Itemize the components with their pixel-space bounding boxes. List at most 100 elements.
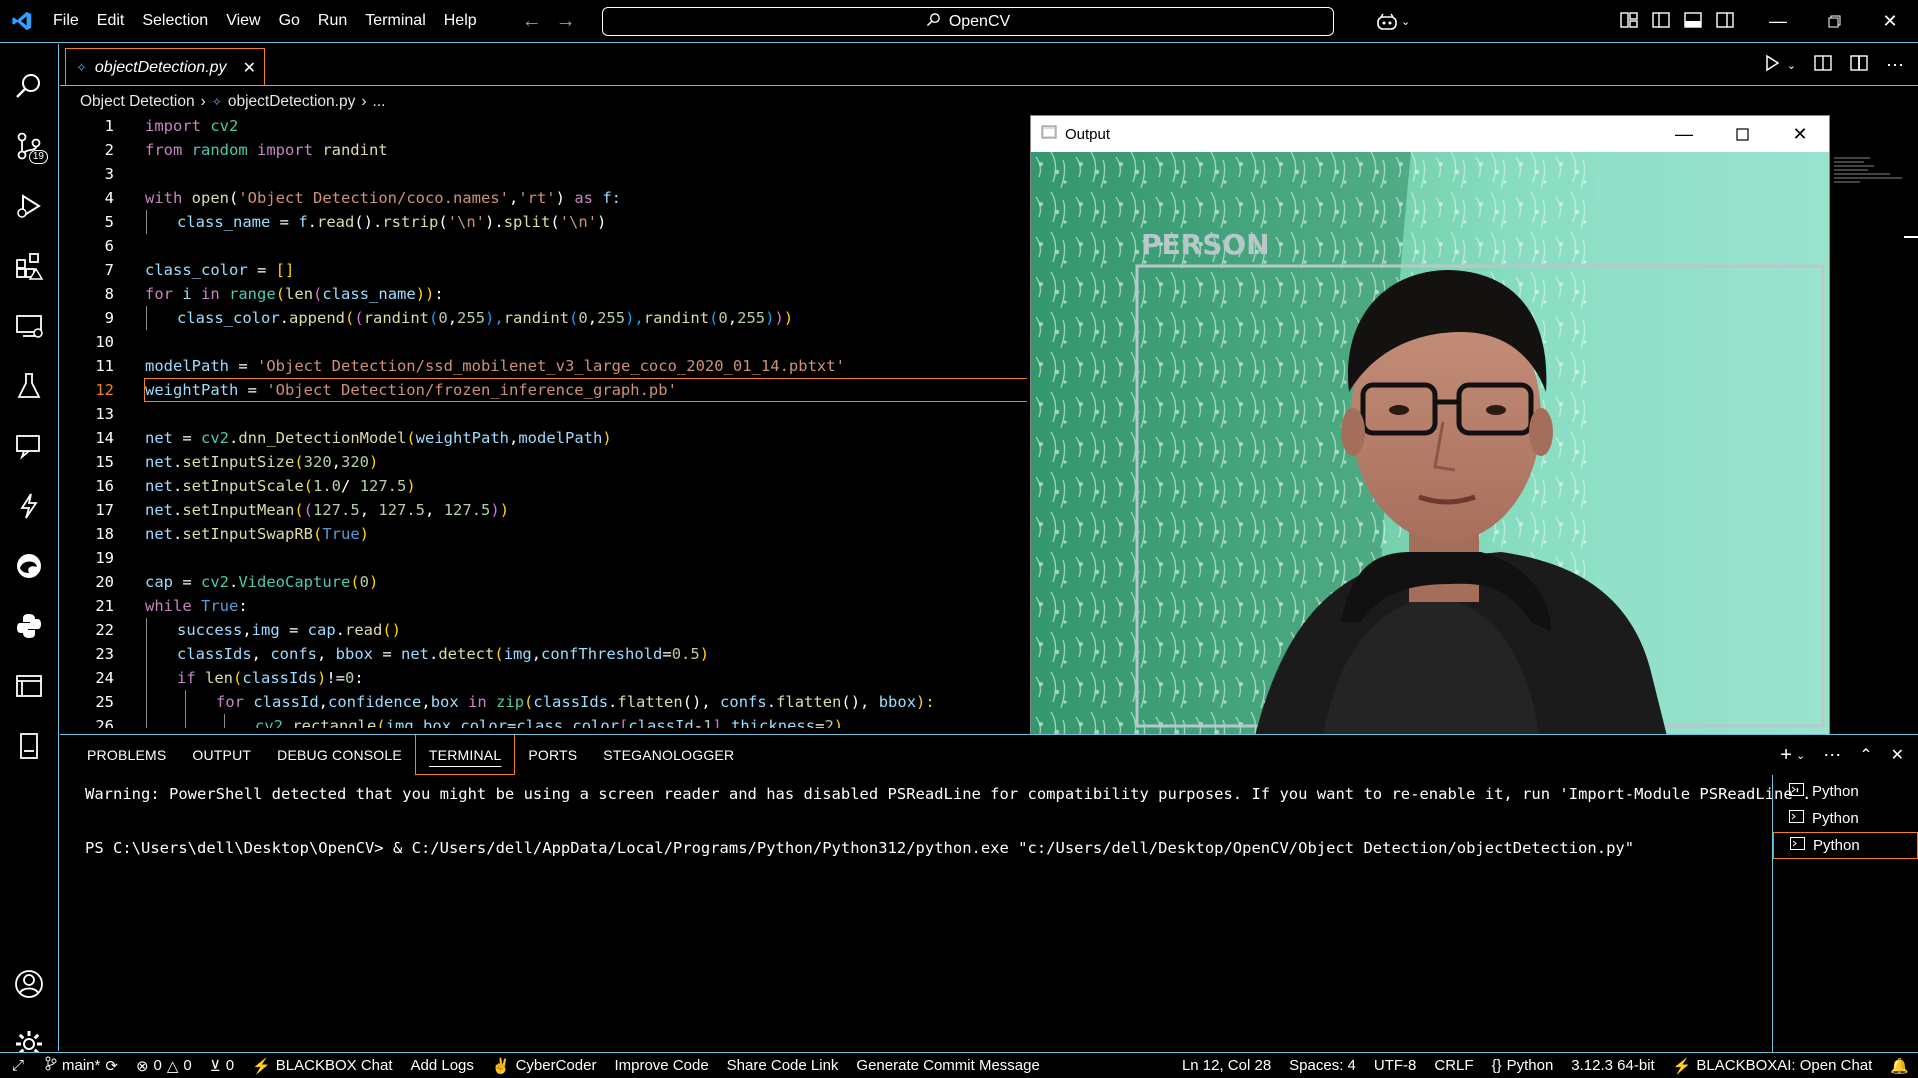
close-icon[interactable]: ✕ — [1862, 0, 1918, 43]
run-dropdown-chevron-icon[interactable]: ⌄ — [1787, 59, 1796, 72]
notebook-icon[interactable] — [0, 716, 58, 776]
source-control-icon[interactable]: 19 — [0, 116, 58, 176]
add-logs-button[interactable]: Add Logs — [402, 1057, 483, 1074]
code-token: , — [509, 429, 519, 447]
code-token: 'Object Detection/coco.names' — [238, 189, 509, 207]
menu-selection[interactable]: Selection — [133, 12, 217, 30]
tab-problems[interactable]: PROBLEMS — [74, 735, 179, 775]
run-debug-icon[interactable] — [0, 176, 58, 236]
extensions-icon[interactable] — [0, 236, 58, 296]
tab-debug-console[interactable]: DEBUG CONSOLE — [264, 735, 415, 775]
breadcrumb-more[interactable]: ... — [373, 93, 386, 111]
blackboxai-open-chat[interactable]: ⚡ BLACKBOXAI: Open Chat — [1664, 1057, 1882, 1075]
back-arrow-icon[interactable]: ← — [522, 10, 542, 33]
toggle-primary-sidebar-icon[interactable] — [1652, 11, 1670, 32]
maximize-panel-chevron-up-icon[interactable]: ⌃ — [1859, 745, 1872, 765]
encoding[interactable]: UTF-8 — [1365, 1057, 1426, 1074]
code-token: 127.5 — [378, 501, 426, 519]
close-panel-icon[interactable]: ✕ — [1891, 745, 1904, 765]
output-window-titlebar[interactable]: Output — ✕ — [1031, 116, 1829, 152]
language-mode[interactable]: {} Python — [1483, 1057, 1563, 1074]
menu-edit[interactable]: Edit — [88, 12, 134, 30]
accounts-icon[interactable] — [0, 954, 58, 1014]
code-token: . — [307, 213, 318, 231]
toggle-secondary-sidebar-icon[interactable] — [1716, 11, 1734, 32]
explorer-search-icon[interactable] — [0, 56, 58, 116]
lightning-icon: ⚡ — [252, 1057, 271, 1075]
menu-terminal[interactable]: Terminal — [356, 12, 434, 30]
minimap[interactable] — [1830, 114, 1918, 728]
output-window: Output — ✕ PERSON — [1030, 115, 1830, 753]
toggle-panel-icon[interactable] — [1684, 11, 1702, 32]
cybercoder-button[interactable]: ✌ CyberCoder — [483, 1057, 606, 1075]
menu-file[interactable]: File — [44, 12, 88, 30]
line-number: 7 — [104, 261, 114, 279]
scrollbar-thumb[interactable] — [1904, 236, 1918, 238]
customize-layout-icon[interactable] — [1620, 11, 1638, 32]
tab-ports[interactable]: PORTS — [515, 735, 590, 775]
line-endings[interactable]: CRLF — [1425, 1057, 1482, 1074]
problems-indicator[interactable]: ⊗ 0 △ 0 — [127, 1057, 201, 1075]
panels-icon[interactable] — [0, 656, 58, 716]
edge-browser-icon[interactable] — [0, 536, 58, 596]
indentation[interactable]: Spaces: 4 — [1280, 1057, 1365, 1074]
menu-go[interactable]: Go — [270, 12, 309, 30]
menu-help[interactable]: Help — [435, 12, 486, 30]
terminal-instance-python[interactable]: Python — [1773, 778, 1918, 805]
sync-icon[interactable]: ⟳ — [105, 1057, 118, 1075]
blackbox-chat-button[interactable]: ⚡ BLACKBOX Chat — [243, 1057, 401, 1075]
code-token: ): — [916, 693, 935, 711]
new-terminal-plus-icon[interactable]: + — [1780, 744, 1792, 767]
remote-indicator-icon[interactable]: ⤢ — [0, 1057, 36, 1074]
terminal-instance-python[interactable]: Python — [1773, 805, 1918, 832]
menu-run[interactable]: Run — [309, 12, 356, 30]
lightning-icon[interactable] — [0, 476, 58, 536]
tab-objectdetection[interactable]: ✧ objectDetection.py ✕ — [65, 48, 265, 86]
share-code-link-button[interactable]: Share Code Link — [718, 1057, 848, 1074]
cursor-position[interactable]: Ln 12, Col 28 — [1173, 1057, 1280, 1074]
command-center[interactable]: OpenCV — [602, 7, 1334, 36]
terminal-output[interactable]: Warning: PowerShell detected that you mi… — [60, 775, 1811, 1052]
terminal-dropdown-chevron-icon[interactable]: ⌄ — [1796, 749, 1805, 762]
testing-flask-icon[interactable] — [0, 356, 58, 416]
line-number: 21 — [95, 597, 114, 615]
notifications-bell-icon[interactable]: 🔔 — [1881, 1057, 1918, 1075]
improve-code-button[interactable]: Improve Code — [605, 1057, 717, 1074]
open-changes-icon[interactable] — [1814, 54, 1832, 76]
code-line: 21 while True: — [60, 594, 1027, 618]
tab-terminal[interactable]: TERMINAL — [414, 735, 516, 775]
tab-output[interactable]: OUTPUT — [179, 735, 264, 775]
code-token: classId — [628, 717, 694, 728]
breadcrumb-file[interactable]: objectDetection.py — [228, 93, 356, 111]
python-icon[interactable] — [0, 596, 58, 656]
menu-view[interactable]: View — [217, 12, 269, 30]
run-python-file-icon[interactable] — [1763, 54, 1781, 76]
terminal-instance-python-active[interactable]: Python — [1773, 832, 1918, 859]
branch-indicator[interactable]: main* ⟳ — [36, 1056, 127, 1075]
code-token: ( — [345, 309, 355, 327]
code-editor[interactable]: 1 import cv2 2 from random import randint … — [60, 114, 1027, 728]
code-token: cv2 — [201, 573, 229, 591]
breadcrumb-folder[interactable]: Object Detection — [80, 93, 195, 111]
ports-indicator[interactable]: ⊻ 0 — [201, 1057, 243, 1075]
python-interpreter[interactable]: 3.12.3 64-bit — [1562, 1057, 1663, 1074]
minimize-icon[interactable]: — — [1750, 0, 1806, 43]
panel-more-icon[interactable]: ⋯ — [1823, 745, 1841, 766]
restore-icon[interactable] — [1806, 0, 1862, 43]
remote-explorer-icon[interactable] — [0, 296, 58, 356]
terminal-icon — [1789, 810, 1804, 827]
tab-steganologger[interactable]: STEGANOLOGGER — [590, 735, 747, 775]
code-token: 127.5 — [443, 501, 491, 519]
output-maximize-icon[interactable] — [1713, 116, 1771, 152]
output-close-icon[interactable]: ✕ — [1771, 116, 1829, 152]
forward-arrow-icon[interactable]: → — [556, 10, 576, 33]
chat-icon[interactable] — [0, 416, 58, 476]
output-minimize-icon[interactable]: — — [1655, 116, 1713, 152]
more-actions-icon[interactable]: ⋯ — [1886, 55, 1904, 76]
tab-close-icon[interactable]: ✕ — [243, 58, 256, 78]
split-editor-icon[interactable] — [1850, 54, 1868, 76]
generate-commit-message-button[interactable]: Generate Commit Message — [847, 1057, 1048, 1074]
copilot-icon[interactable]: ⌄ — [1376, 13, 1410, 31]
